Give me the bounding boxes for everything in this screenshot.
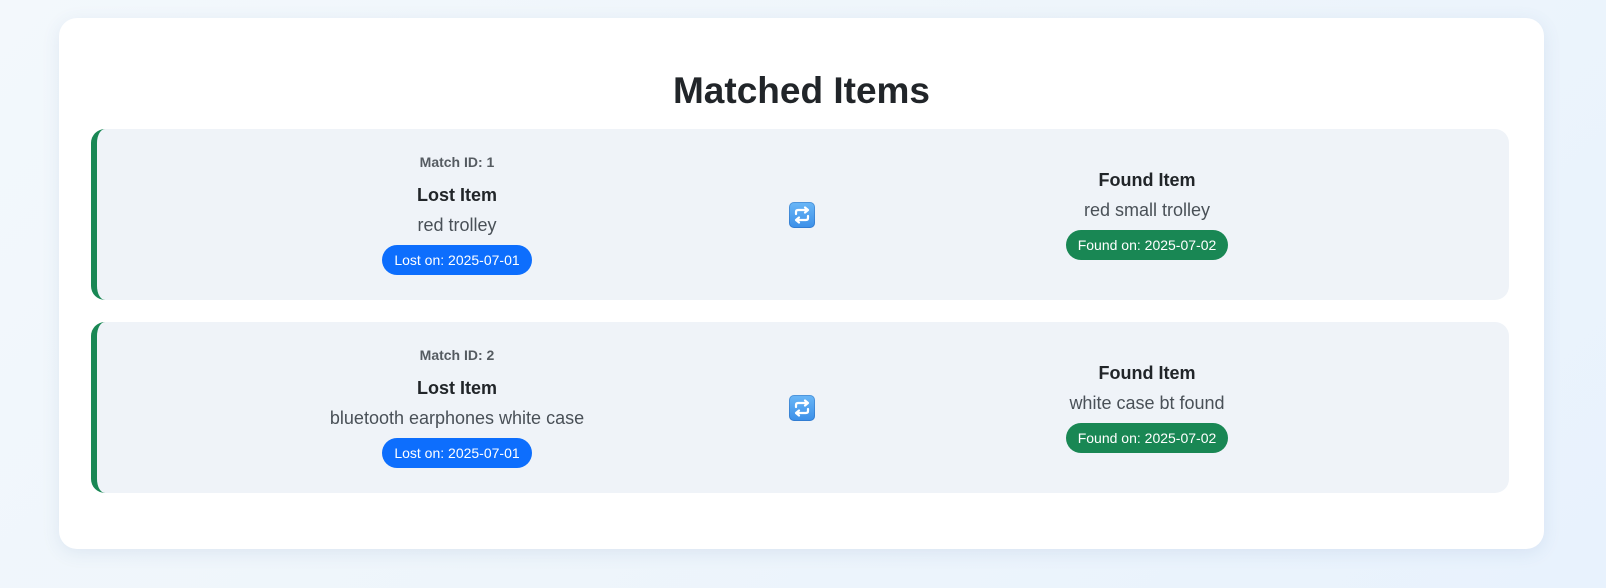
found-date-badge: Found on: 2025-07-02 <box>1065 423 1229 453</box>
lost-item-heading: Lost Item <box>416 185 497 205</box>
match-id-label: Match ID: 2 <box>419 347 495 363</box>
found-item-description: white case bt found <box>1069 393 1225 413</box>
page-title: Matched Items <box>672 70 930 111</box>
found-item-description: red small trolley <box>1083 200 1211 220</box>
lost-date-badge: Lost on: 2025-07-01 <box>382 245 532 275</box>
match-card: Match ID: 2 Lost Item bluetooth earphone… <box>91 322 1509 493</box>
lost-item-section: Match ID: 1 Lost Item red trolley Lost o… <box>97 129 817 300</box>
matched-items-panel: Matched Items Match ID: 1 Lost Item red … <box>59 18 1544 549</box>
found-item-section: Found Item red small trolley Found on: 2… <box>797 129 1497 300</box>
lost-item-heading: Lost Item <box>416 378 497 398</box>
lost-item-description: red trolley <box>417 215 497 235</box>
lost-date-badge: Lost on: 2025-07-01 <box>382 438 532 468</box>
match-id-label: Match ID: 1 <box>419 154 495 170</box>
found-item-section: Found Item white case bt found Found on:… <box>797 322 1497 493</box>
found-item-heading: Found Item <box>1098 170 1196 190</box>
lost-item-description: bluetooth earphones white case <box>329 408 585 428</box>
match-card: Match ID: 1 Lost Item red trolley Lost o… <box>91 129 1509 300</box>
found-date-badge: Found on: 2025-07-02 <box>1065 230 1229 260</box>
found-item-heading: Found Item <box>1098 363 1196 383</box>
lost-item-section: Match ID: 2 Lost Item bluetooth earphone… <box>97 322 817 493</box>
